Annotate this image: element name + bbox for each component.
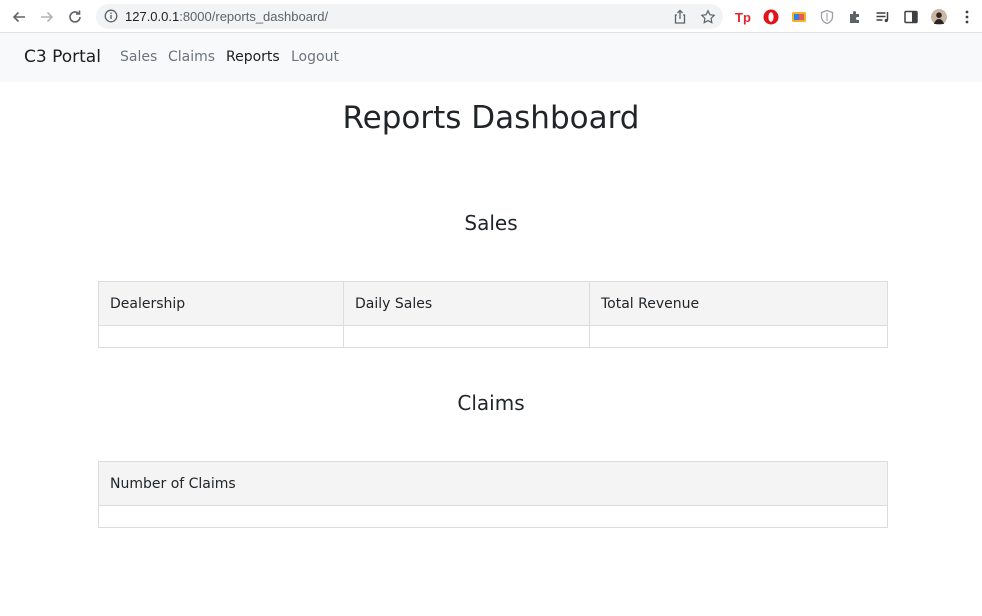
table-cell: [589, 325, 888, 348]
column-header-number-of-claims: Number of Claims: [98, 461, 888, 506]
table-cell: [98, 505, 888, 528]
table-row: [98, 505, 888, 528]
kebab-menu-icon[interactable]: [958, 8, 975, 25]
page-title: Reports Dashboard: [342, 100, 640, 136]
claims-table-header-row: Number of Claims: [98, 461, 888, 506]
address-url: 127.0.0.1:8000/reports_dashboard/: [125, 9, 328, 24]
table-row: [98, 325, 888, 348]
table-cell: [343, 325, 590, 348]
opera-extension-icon[interactable]: [762, 8, 779, 25]
nav-link-claims[interactable]: Claims: [168, 49, 215, 65]
nav-link-reports[interactable]: Reports: [226, 49, 280, 65]
site-navbar: C3 Portal Sales Claims Reports Logout: [0, 33, 982, 82]
reload-icon[interactable]: [64, 6, 86, 28]
info-icon[interactable]: [104, 9, 118, 23]
forward-arrow-icon[interactable]: [36, 6, 58, 28]
sales-heading: Sales: [464, 211, 518, 235]
url-path: :8000/reports_dashboard/: [179, 9, 329, 24]
back-arrow-icon[interactable]: [8, 6, 30, 28]
column-header-total-revenue: Total Revenue: [589, 281, 888, 326]
bookmark-star-icon[interactable]: [700, 9, 716, 25]
nav-link-sales[interactable]: Sales: [120, 49, 157, 65]
tp-extension-icon[interactable]: Tp: [734, 8, 751, 25]
color-extension-icon[interactable]: [790, 8, 807, 25]
shield-extension-icon[interactable]: [818, 8, 835, 25]
profile-avatar[interactable]: [930, 8, 947, 25]
sales-table: Dealership Daily Sales Total Revenue: [98, 281, 888, 348]
browser-toolbar: 127.0.0.1:8000/reports_dashboard/ Tp: [0, 0, 982, 33]
url-host: 127.0.0.1: [125, 9, 180, 24]
share-icon[interactable]: [672, 9, 688, 25]
table-cell: [98, 325, 344, 348]
claims-heading: Claims: [457, 391, 525, 415]
column-header-daily-sales: Daily Sales: [343, 281, 590, 326]
address-bar[interactable]: 127.0.0.1:8000/reports_dashboard/: [96, 4, 723, 29]
media-queue-icon[interactable]: [874, 8, 891, 25]
claims-table: Number of Claims: [98, 461, 888, 528]
brand-link[interactable]: C3 Portal: [24, 47, 101, 67]
nav-link-logout[interactable]: Logout: [291, 49, 339, 65]
side-panel-icon[interactable]: [902, 8, 919, 25]
svg-text:Tp: Tp: [735, 10, 751, 25]
puzzle-extensions-icon[interactable]: [846, 8, 863, 25]
sales-table-header-row: Dealership Daily Sales Total Revenue: [98, 281, 888, 326]
column-header-dealership: Dealership: [98, 281, 344, 326]
